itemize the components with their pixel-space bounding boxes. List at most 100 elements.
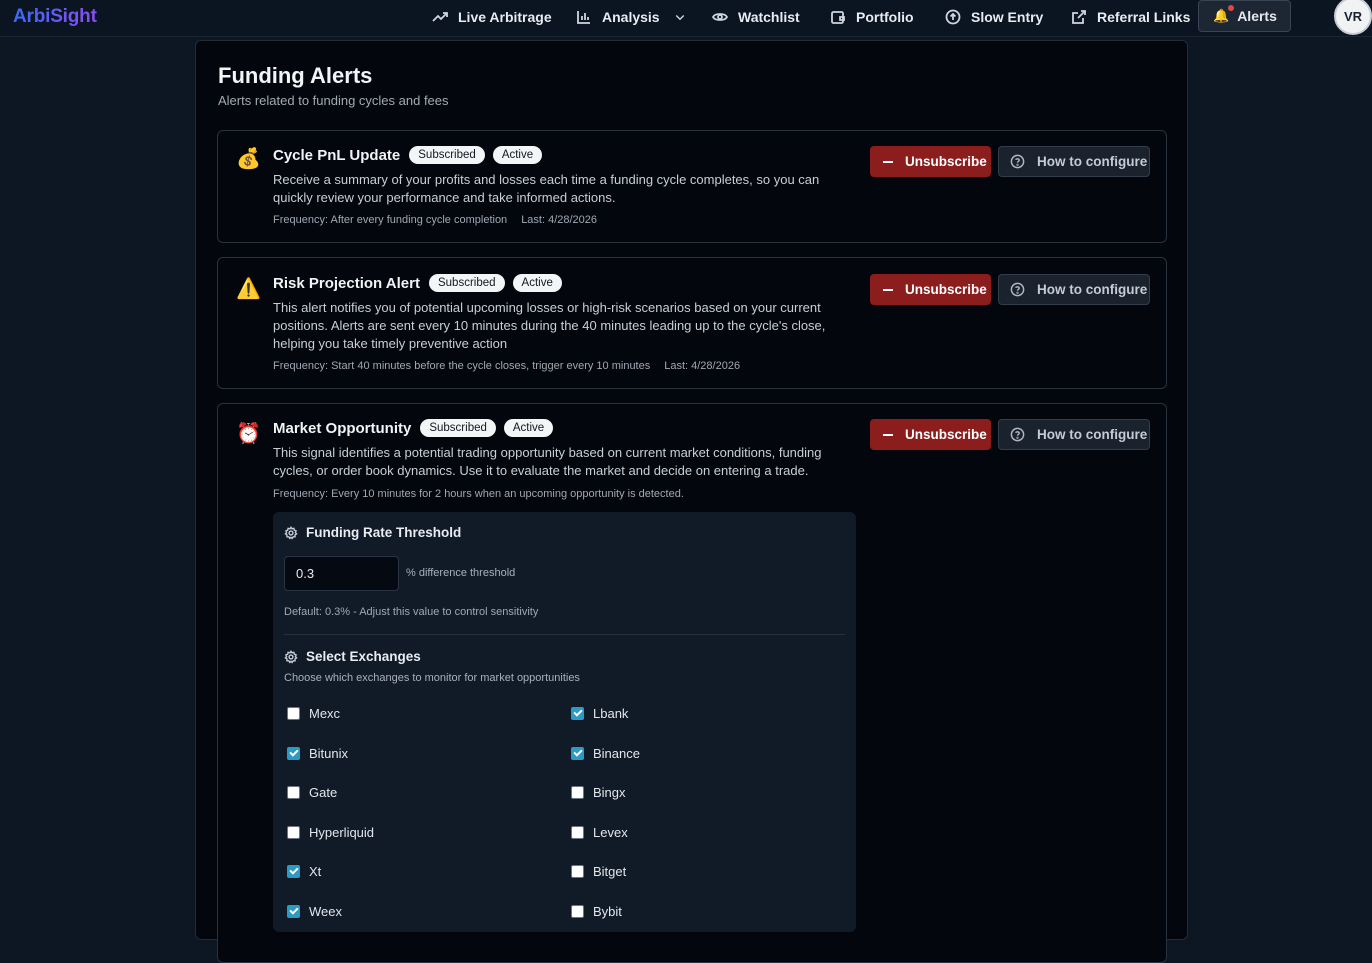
exchange-label: Weex [309,904,342,919]
unsubscribe-button[interactable]: Unsubscribe [870,146,991,177]
alert-last: Last: 4/28/2026 [664,360,741,372]
exchange-label: Lbank [593,706,629,721]
gear-icon [284,525,298,539]
chevron-down-icon [675,14,684,20]
alert-description: Receive a summary of your profits and lo… [273,172,820,205]
how-to-configure-button[interactable]: How to configure [998,419,1150,450]
exchange-checkbox[interactable] [287,786,300,799]
exchange-option-bitget[interactable]: Bitget [571,864,626,879]
exchange-checkbox[interactable] [287,826,300,839]
exchange-label: Binance [593,746,640,761]
exchange-checkbox[interactable] [571,707,584,720]
exchange-option-mexc[interactable]: Mexc [287,706,340,721]
exchange-checkbox[interactable] [287,707,300,720]
nav-alerts-label: Alerts [1237,8,1277,24]
unsubscribe-button[interactable]: Unsubscribe [870,419,991,450]
external-link-icon [1072,9,1086,24]
how-to-configure-label: How to configure [1037,154,1148,169]
exchange-label: Xt [309,864,322,879]
active-badge: Active [512,274,562,292]
exchanges-subtitle: Choose which exchanges to monitor for ma… [284,672,580,684]
nav-slow-entry[interactable]: Slow Entry [945,0,1043,33]
nav-slow-entry-label: Slow Entry [971,8,1044,25]
nav-portfolio[interactable]: Portfolio [830,0,914,33]
exchange-label: Bitget [593,864,627,879]
exchange-option-bingx[interactable]: Bingx [571,785,626,800]
alert-last: Last: 4/28/2026 [521,214,598,226]
exchange-checkbox[interactable] [287,747,300,760]
exchange-checkbox[interactable] [571,826,584,839]
gear-icon [284,649,298,663]
how-to-configure-label: How to configure [1037,427,1148,442]
eye-icon [712,12,728,21]
user-avatar[interactable]: VR [1334,0,1372,35]
exchange-option-gate[interactable]: Gate [287,785,337,800]
unsubscribe-button[interactable]: Unsubscribe [870,274,991,305]
unsubscribe-label: Unsubscribe [905,282,987,297]
alert-card-cycle-pnl: 💰 Cycle PnL Update Subscribed Active Rec… [217,130,1167,243]
nav-watchlist-label: Watchlist [738,8,800,25]
alert-frequency: Frequency: Start 40 minutes before the c… [273,360,651,372]
how-to-configure-label: How to configure [1037,282,1148,297]
warning-icon: ⚠️ [236,278,261,300]
exchange-option-xt[interactable]: Xt [287,864,321,879]
active-badge: Active [492,146,543,164]
exchange-option-binance[interactable]: Binance [571,746,640,761]
unsubscribe-label: Unsubscribe [905,154,987,169]
trend-up-icon [432,11,448,22]
exchanges-heading: Select Exchanges [284,649,421,664]
wallet-icon [831,10,845,24]
exchange-checkbox[interactable] [571,905,584,918]
exchange-checkbox[interactable] [287,905,300,918]
exchange-checkbox[interactable] [287,865,300,878]
nav-watchlist[interactable]: Watchlist [712,0,800,33]
exchange-label: Hyperliquid [309,825,375,840]
nav-live-arbitrage[interactable]: Live Arbitrage [432,0,552,33]
exchange-option-bitunix[interactable]: Bitunix [287,746,348,761]
nav-analysis-label: Analysis [602,8,660,25]
card-title-row: Risk Projection Alert Subscribed Active [273,274,562,292]
exchange-checkbox[interactable] [571,865,584,878]
money-bag-icon: 💰 [236,148,261,170]
funding-alerts-panel: Funding Alerts Alerts related to funding… [195,40,1188,963]
alert-meta: Frequency: After every funding cycle com… [273,214,597,226]
divider [284,634,845,635]
exchange-option-weex[interactable]: Weex [287,904,342,919]
how-to-configure-button[interactable]: How to configure [998,146,1150,177]
app-logo[interactable]: ArbiSight [13,6,97,28]
threshold-default-hint: Default: 0.3% - Adjust this value to con… [284,606,539,618]
help-circle-icon [1010,154,1025,169]
unsubscribe-label: Unsubscribe [905,427,987,442]
nav-portfolio-label: Portfolio [856,8,914,25]
how-to-configure-button[interactable]: How to configure [998,274,1150,305]
minus-icon [883,160,893,163]
exchange-option-lbank[interactable]: Lbank [571,706,628,721]
alert-frequency: Frequency: After every funding cycle com… [273,214,508,226]
minus-icon [883,288,893,291]
exchange-label: Bybit [593,904,622,919]
page-subtitle: Alerts related to funding cycles and fee… [218,93,449,108]
exchange-checkbox[interactable] [571,747,584,760]
threshold-input[interactable] [284,556,399,591]
card-title-row: Market Opportunity Subscribed Active [273,419,554,437]
exchange-option-hyperliquid[interactable]: Hyperliquid [287,825,374,840]
subscribed-badge: Subscribed [420,419,496,437]
notification-dot [1228,5,1235,11]
exchange-checkbox[interactable] [571,786,584,799]
nav-alerts[interactable]: 🔔 Alerts [1198,0,1291,32]
arrow-up-circle-icon [945,9,961,24]
alert-title: Cycle PnL Update [273,146,401,164]
page-title: Funding Alerts [218,63,373,88]
alert-card-risk-projection: ⚠️ Risk Projection Alert Subscribed Acti… [217,257,1167,389]
nav-live-arbitrage-label: Live Arbitrage [458,8,552,25]
exchange-label: Levex [593,825,628,840]
market-opportunity-settings: Funding Rate Threshold % difference thre… [273,512,856,932]
nav-referral-links[interactable]: Referral Links [1071,0,1190,33]
alert-card-market-opportunity: ⏰ Market Opportunity Subscribed Active T… [217,403,1167,963]
alert-frequency: Frequency: Every 10 minutes for 2 hours … [273,488,684,500]
exchange-label: Bingx [593,785,626,800]
bell-icon: 🔔 [1213,5,1235,24]
exchange-option-bybit[interactable]: Bybit [571,904,622,919]
exchange-option-levex[interactable]: Levex [571,825,628,840]
nav-analysis[interactable]: Analysis [576,0,686,33]
